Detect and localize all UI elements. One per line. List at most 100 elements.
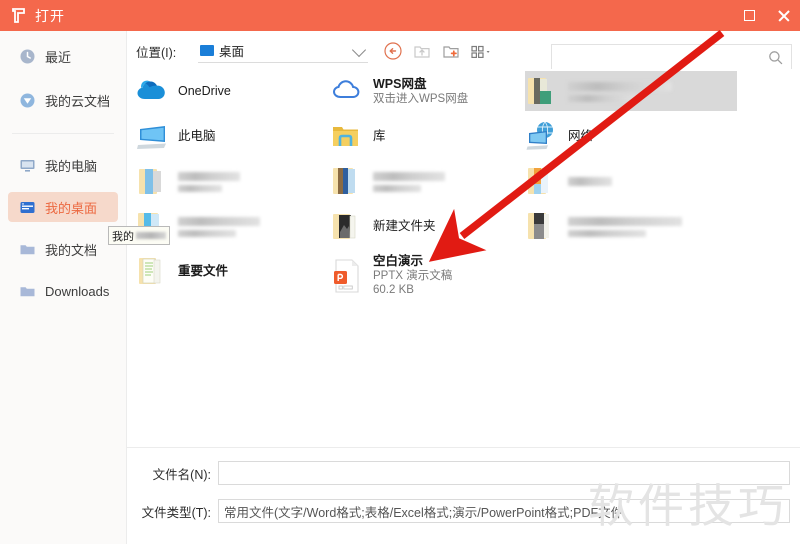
- file-label-blurred: [568, 80, 678, 104]
- folder-docs-icon: [135, 253, 171, 291]
- wps-cloud-icon: [330, 73, 366, 111]
- sidebar-divider: [12, 133, 114, 134]
- filetype-select[interactable]: [218, 499, 790, 523]
- sidebar-item-recent[interactable]: 最近: [8, 41, 118, 71]
- file-name: WPS网盘: [373, 77, 427, 91]
- this-pc-icon: [135, 118, 171, 156]
- window-controls: [732, 0, 800, 31]
- monitor-icon: [19, 157, 36, 174]
- blurred-text: [568, 216, 682, 226]
- file-list-area: OneDrive 此电脑 重要文件 WPS网盘 双击进入WPS网盘 库 新建文件…: [127, 69, 800, 479]
- file-label-blurred: [568, 215, 688, 239]
- blurred-text: [178, 184, 222, 192]
- chevron-down-icon[interactable]: [351, 42, 367, 57]
- title-bar: 打开: [0, 0, 800, 31]
- tooltip-text: 我的: [112, 230, 134, 243]
- onedrive-icon: [135, 73, 171, 111]
- file-item-blurred-5[interactable]: [525, 159, 755, 204]
- file-label-blurred: [178, 170, 254, 194]
- back-button[interactable]: [382, 40, 404, 62]
- file-label: WPS网盘 双击进入WPS网盘: [373, 77, 468, 106]
- monitor-blue-icon: [200, 45, 214, 56]
- maximize-icon: [743, 10, 755, 21]
- file-size: 60.2 KB: [373, 283, 414, 296]
- filename-input[interactable]: [218, 461, 790, 485]
- file-item-new-folder[interactable]: 新建文件夹: [330, 204, 525, 249]
- file-name: 此电脑: [178, 129, 216, 143]
- sidebar: 最近 我的云文档 我的电脑 我的桌面 我的文档 Downloads: [0, 31, 127, 544]
- blurred-text: [568, 177, 612, 186]
- filetype-row: 文件类型(T):: [127, 498, 800, 524]
- sidebar-item-cloud-docs[interactable]: 我的云文档: [8, 85, 118, 115]
- file-column-2: WPS网盘 双击进入WPS网盘 库 新建文件夹 空白演示 PPTX 演示文稿 6…: [330, 69, 525, 301]
- folder-orange-icon: [525, 163, 561, 201]
- file-label: 重要文件: [178, 264, 228, 279]
- sidebar-item-label: Downloads: [45, 283, 110, 299]
- folder-icon: [19, 241, 36, 258]
- network-icon: [525, 118, 561, 156]
- maximize-button[interactable]: [732, 0, 766, 31]
- pptx-file-icon: [330, 256, 366, 294]
- search-box[interactable]: [551, 44, 792, 70]
- file-label-blurred: [178, 215, 268, 239]
- file-item-wps-cloud[interactable]: WPS网盘 双击进入WPS网盘: [330, 69, 525, 114]
- main-pane: 位置(I): 桌面 OneDrive 此电脑 重要文件 WPS网盘 双击进入WP…: [127, 31, 800, 544]
- search-input[interactable]: [558, 48, 772, 68]
- sidebar-item-my-desktop[interactable]: 我的桌面: [8, 192, 118, 222]
- file-item-important-files[interactable]: 重要文件: [135, 249, 335, 294]
- blurred-text: [568, 94, 638, 102]
- sidebar-item-my-documents[interactable]: 我的文档: [8, 234, 118, 264]
- sidebar-item-my-computer[interactable]: 我的电脑: [8, 150, 118, 180]
- up-folder-button[interactable]: [411, 40, 433, 62]
- filename-row: 文件名(N):: [127, 460, 800, 486]
- close-button[interactable]: [766, 0, 800, 31]
- file-column-1: OneDrive 此电脑 重要文件: [135, 69, 335, 294]
- folder-icon: [19, 283, 36, 300]
- view-mode-button[interactable]: [469, 40, 491, 62]
- folder-photo-icon: [330, 208, 366, 246]
- folder-green-icon: [525, 73, 561, 111]
- location-value: 桌面: [219, 45, 245, 59]
- file-item-blurred-6[interactable]: [525, 204, 755, 249]
- file-item-blank-presentation[interactable]: 空白演示 PPTX 演示文稿 60.2 KB: [330, 249, 525, 301]
- file-name: OneDrive: [178, 84, 231, 98]
- file-label: OneDrive: [178, 84, 231, 99]
- file-label: 网络: [568, 129, 593, 144]
- file-item-blurred-4[interactable]: [525, 69, 755, 114]
- sidebar-item-label: 我的桌面: [45, 200, 98, 216]
- folder-gray-icon: [525, 208, 561, 246]
- location-combobox[interactable]: 桌面: [198, 39, 368, 63]
- new-folder-button[interactable]: [440, 40, 462, 62]
- file-item-blurred-1[interactable]: [135, 159, 335, 204]
- wps-open-dialog: 打开 最近 我的云文档 我的电脑 我的桌面 我的文档 Downloads 位置(…: [0, 0, 800, 544]
- blurred-text: [568, 229, 646, 237]
- sidebar-tooltip: 我的: [108, 226, 170, 245]
- blurred-text: [178, 216, 260, 226]
- window-title: 打开: [35, 7, 65, 24]
- close-icon: [777, 9, 790, 22]
- file-name: 库: [373, 129, 386, 143]
- cloud-doc-icon: [19, 92, 36, 109]
- file-subtitle: PPTX 演示文稿: [373, 269, 453, 282]
- bottom-form: 文件名(N): 文件类型(T):: [127, 447, 800, 544]
- file-label-blurred: [373, 170, 453, 194]
- blurred-text: [178, 171, 240, 181]
- file-subtitle: 双击进入WPS网盘: [373, 93, 469, 105]
- sidebar-item-label: 最近: [45, 49, 72, 65]
- file-item-network[interactable]: 网络: [525, 114, 755, 159]
- filename-label: 文件名(N):: [152, 467, 211, 482]
- file-item-blurred-3[interactable]: [330, 159, 525, 204]
- file-name: 重要文件: [178, 264, 229, 278]
- file-item-library[interactable]: 库: [330, 114, 525, 159]
- sidebar-item-label: 我的电脑: [45, 158, 98, 174]
- file-item-onedrive[interactable]: OneDrive: [135, 69, 335, 114]
- blurred-text: [373, 171, 445, 181]
- filetype-label: 文件类型(T):: [141, 505, 211, 520]
- blurred-text: [178, 229, 236, 237]
- sidebar-item-label: 我的云文档: [45, 93, 111, 109]
- sidebar-item-downloads[interactable]: Downloads: [8, 276, 118, 306]
- file-item-this-pc[interactable]: 此电脑: [135, 114, 335, 159]
- toolbar-row: 位置(I): 桌面: [127, 37, 800, 70]
- search-icon[interactable]: [768, 50, 783, 65]
- title-bar-left: 打开: [0, 6, 65, 26]
